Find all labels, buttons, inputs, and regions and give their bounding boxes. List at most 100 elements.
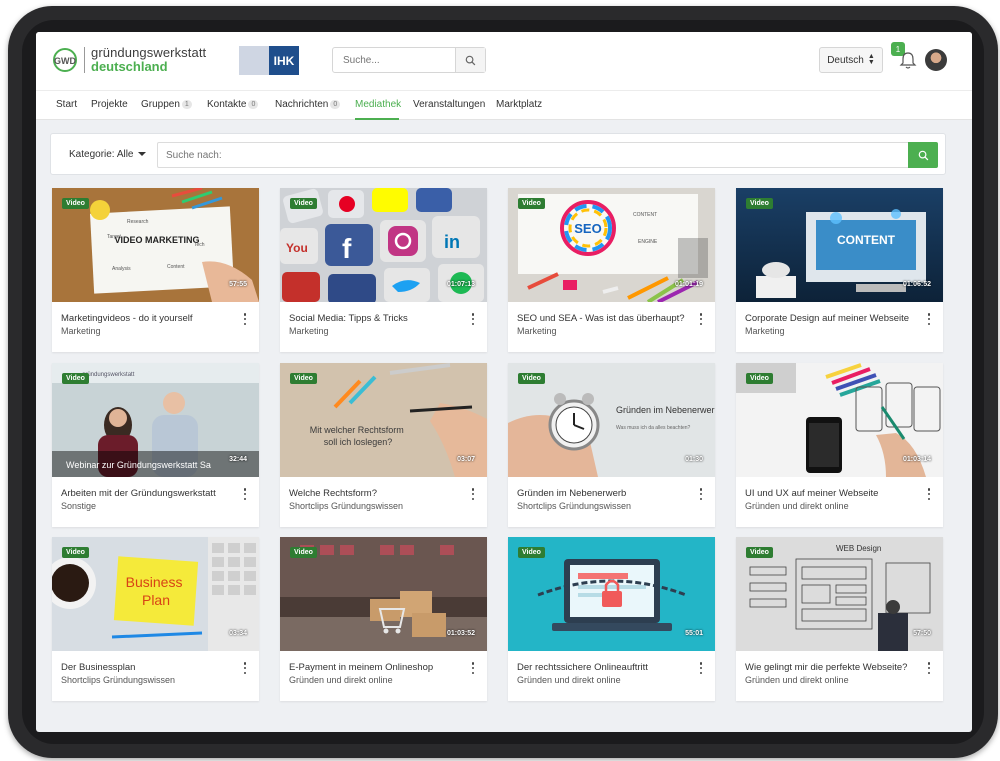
video-category: Gründen und direkt online (517, 675, 621, 685)
video-thumbnail[interactable]: CONTENT Video 01:06:52 (736, 188, 943, 302)
video-duration: 03:34 (229, 630, 247, 637)
video-title[interactable]: Wie gelingt mir die perfekte Webseite? (745, 662, 907, 673)
logo-text: gründungswerkstatt deutschland (91, 46, 206, 74)
nav-nachrichten[interactable]: Nachrichten 0 (275, 99, 341, 110)
media-card[interactable]: Video 01:03:14 UI und UX auf meiner Webs… (736, 363, 943, 527)
media-card[interactable]: You f in Video 01:07:13 Social Media: Ti… (280, 188, 487, 352)
media-card[interactable]: Gründen im Nebenerwerb Was muss ich da a… (508, 363, 715, 527)
category-dropdown-label: Kategorie: Alle (69, 149, 134, 160)
video-thumbnail[interactable]: Video 55:01 (508, 537, 715, 651)
logo-line2: deutschland (91, 59, 168, 74)
thumb-caption-1: VIDEO MARKETING (114, 235, 199, 245)
video-thumbnail[interactable]: Gründen im Nebenerwerb Was muss ich da a… (508, 363, 715, 477)
video-category: Shortclips Gründungswissen (61, 675, 176, 685)
video-thumbnail[interactable]: Video 01:03:14 (736, 363, 943, 477)
logo[interactable]: GWD gründungswerkstatt deutschland (52, 46, 206, 74)
nav-start[interactable]: Start (56, 99, 77, 110)
video-badge: Video (62, 547, 89, 558)
video-badge: Video (518, 198, 545, 209)
video-thumbnail[interactable]: WEB Design Video 57:50 (736, 537, 943, 651)
video-title[interactable]: Marketingvideos - do it yourself (61, 313, 192, 324)
language-select[interactable]: Deutsch ▲ ▼ (819, 47, 883, 73)
more-options-icon[interactable] (699, 488, 703, 500)
video-title[interactable]: E-Payment in meinem Onlineshop (289, 662, 433, 673)
video-category: Marketing (745, 326, 785, 336)
gwd-logo-icon: GWD (53, 48, 77, 72)
more-options-icon[interactable] (927, 488, 931, 500)
svg-text:Research: Research (127, 219, 149, 225)
more-options-icon[interactable] (471, 662, 475, 674)
svg-text:Tech: Tech (194, 242, 205, 248)
video-title[interactable]: Welche Rechtsform? (289, 488, 377, 499)
media-search-input[interactable] (158, 143, 858, 167)
video-title[interactable]: Gründen im Nebenerwerb (517, 488, 626, 499)
media-search-button[interactable] (908, 142, 938, 168)
video-thumbnail[interactable]: VIDEO MARKETING Research Target Analysis… (52, 188, 259, 302)
video-title[interactable]: Corporate Design auf meiner Webseite (745, 313, 909, 324)
media-card[interactable]: Business Plan Video 03:34 Der Businesspl… (52, 537, 259, 701)
nav-projekte-label: Projekte (91, 99, 128, 110)
video-title[interactable]: Der Businessplan (61, 662, 135, 673)
video-badge: Video (518, 547, 545, 558)
media-card[interactable]: SEO CONTENT ENGINE Video 01:01:19 SEO un… (508, 188, 715, 352)
nav-projekte[interactable]: Projekte (91, 99, 128, 110)
svg-text:You: You (286, 241, 308, 255)
media-card[interactable]: Video 01:03:52 E-Payment in meinem Onlin… (280, 537, 487, 701)
video-thumbnail[interactable]: Mit welcher Rechtsform soll ich loslegen… (280, 363, 487, 477)
media-card[interactable]: WEB Design Video 57:50 Wie gelingt mir d… (736, 537, 943, 701)
svg-text:f: f (342, 233, 352, 264)
nav-mediathek[interactable]: Mediathek (355, 99, 401, 110)
media-card[interactable]: gründungswerkstatt Webinar zur Gründungs… (52, 363, 259, 527)
nav-kontakte-count: 0 (248, 99, 259, 109)
video-title[interactable]: UI und UX auf meiner Webseite (745, 488, 878, 499)
category-dropdown[interactable]: Kategorie: Alle (69, 149, 146, 160)
nav-veranstaltungen[interactable]: Veranstaltungen (413, 99, 485, 110)
logo-line1: gründungswerkstatt (91, 45, 207, 60)
more-options-icon[interactable] (243, 313, 247, 325)
nav-gruppen[interactable]: Gruppen 1 (141, 99, 192, 110)
more-options-icon[interactable] (471, 488, 475, 500)
video-title[interactable]: Arbeiten mit der Gründungswerkstatt (61, 488, 216, 499)
video-badge: Video (746, 198, 773, 209)
media-card[interactable]: VIDEO MARKETING Research Target Analysis… (52, 188, 259, 352)
search-input[interactable] (333, 48, 455, 72)
video-category: Marketing (517, 326, 557, 336)
video-thumbnail[interactable]: gründungswerkstatt Webinar zur Gründungs… (52, 363, 259, 477)
nav-kontakte[interactable]: Kontakte 0 (207, 99, 259, 110)
more-options-icon[interactable] (927, 662, 931, 674)
media-card[interactable]: Mit welcher Rechtsform soll ich loslegen… (280, 363, 487, 527)
more-options-icon[interactable] (699, 313, 703, 325)
nav-kontakte-label: Kontakte (207, 99, 247, 110)
media-card[interactable]: Video 55:01 Der rechtssichere Onlineauft… (508, 537, 715, 701)
user-avatar[interactable] (925, 49, 947, 71)
language-label: Deutsch (827, 54, 864, 66)
thumb-caption-4: CONTENT (837, 233, 896, 247)
main-nav: Start Projekte Gruppen 1 Kontakte 0 Nachri… (36, 90, 972, 120)
ihk-logo[interactable]: IHK (239, 46, 299, 75)
nav-marktplatz[interactable]: Marktplatz (496, 99, 542, 110)
video-title[interactable]: Social Media: Tipps & Tricks (289, 313, 408, 324)
bell-icon[interactable] (897, 48, 919, 72)
video-title[interactable]: Der rechtssichere Onlineauftritt (517, 662, 648, 673)
thumb-subcaption-7: Was muss ich da alles beachten? (616, 425, 691, 431)
svg-text:gründungswerkstatt: gründungswerkstatt (82, 372, 135, 378)
svg-text:GWD: GWD (54, 56, 76, 66)
thumb-caption-12: WEB Design (836, 544, 881, 553)
video-thumbnail[interactable]: You f in Video 01:07:13 (280, 188, 487, 302)
video-badge: Video (290, 547, 317, 558)
video-thumbnail[interactable]: SEO CONTENT ENGINE Video 01:01:19 (508, 188, 715, 302)
video-duration: 01:03:52 (446, 630, 475, 637)
more-options-icon[interactable] (471, 313, 475, 325)
more-options-icon[interactable] (699, 662, 703, 674)
app-screen: GWD gründungswerkstatt deutschland IHK D… (36, 32, 972, 732)
video-thumbnail[interactable]: Video 01:03:52 (280, 537, 487, 651)
video-title[interactable]: SEO und SEA - Was ist das überhaupt? (517, 313, 685, 324)
search-button[interactable] (455, 48, 485, 72)
video-category: Gründen und direkt online (745, 501, 849, 511)
more-options-icon[interactable] (243, 488, 247, 500)
more-options-icon[interactable] (927, 313, 931, 325)
thumb-caption-3: SEO (574, 221, 601, 236)
media-card[interactable]: CONTENT Video 01:06:52 Corporate Design … (736, 188, 943, 352)
video-thumbnail[interactable]: Business Plan Video 03:34 (52, 537, 259, 651)
more-options-icon[interactable] (243, 662, 247, 674)
